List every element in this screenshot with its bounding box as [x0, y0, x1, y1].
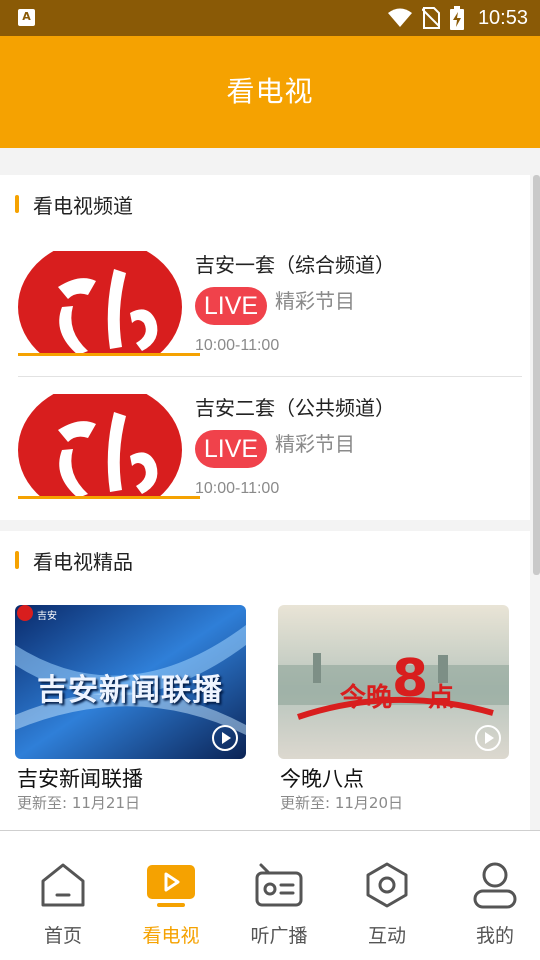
live-badge[interactable]: LIVE [195, 287, 267, 325]
card-title: 今晚八点 [280, 767, 364, 791]
channel-name: 吉安一套（综合频道） [195, 253, 395, 277]
clock: 10:53 [477, 6, 528, 29]
page-title: 看电视 [226, 75, 314, 108]
tab-label: 互动 [367, 925, 406, 947]
interact-icon [366, 862, 408, 908]
app-notification-icon: A [18, 9, 35, 26]
home-icon [41, 863, 85, 907]
play-icon[interactable] [475, 725, 501, 751]
poster-title-a: 今晚 [340, 683, 393, 713]
radio-icon [255, 863, 303, 907]
channel-logo-thumbnail [18, 251, 200, 355]
program-title: 精彩节目 [275, 432, 355, 456]
tab-tv[interactable]: 看电视 [117, 831, 225, 960]
tab-home[interactable]: 首页 [9, 831, 117, 960]
featured-section-title: 看电视精品 [33, 550, 133, 574]
poster-tonight: 今晚 8 点 [278, 605, 509, 759]
poster-title-b: 8 [392, 649, 429, 709]
tab-profile[interactable]: 我的 [441, 831, 540, 960]
program-time: 10:00-11:00 [195, 480, 280, 497]
poster-title-c: 点 [428, 683, 455, 713]
thumbnail-underline [18, 353, 200, 356]
profile-icon [473, 862, 517, 909]
bottom-tab-bar: 首页 看电视 听广播 互动 我的 [0, 830, 540, 960]
app-header: 看电视 [0, 36, 540, 148]
tab-label: 首页 [43, 925, 82, 947]
tab-interact[interactable]: 互动 [333, 831, 441, 960]
live-badge[interactable]: LIVE [195, 430, 267, 468]
tab-radio[interactable]: 听广播 [225, 831, 333, 960]
channels-section-header: 看电视频道 [0, 175, 530, 233]
card-updated: 更新至: 11月20日 [280, 794, 403, 812]
battery-charging-icon [449, 6, 464, 30]
tab-label: 听广播 [250, 925, 308, 947]
channel-item[interactable]: 吉安二套（公共频道） LIVE 精彩节目 10:00-11:00 [18, 376, 522, 519]
play-icon[interactable] [212, 725, 238, 751]
channel-name: 吉安二套（公共频道） [195, 396, 395, 420]
tab-label: 我的 [475, 925, 514, 947]
channel-item[interactable]: 吉安一套（综合频道） LIVE 精彩节目 10:00-11:00 [18, 233, 522, 376]
thumbnail-underline [18, 496, 200, 499]
program-title: 精彩节目 [275, 289, 355, 313]
program-time: 10:00-11:00 [195, 337, 280, 354]
system-icons: 10:53 [387, 0, 528, 36]
section-accent-bar [15, 195, 19, 213]
featured-card[interactable]: 吉安 吉安新闻联播 吉安新闻联播 更新至: 11月21日 [15, 605, 246, 820]
no-sim-icon [421, 7, 440, 29]
poster-news: 吉安 吉安新闻联播 [15, 605, 246, 759]
tv-icon [147, 865, 195, 907]
channel-logo-thumbnail [18, 394, 200, 498]
featured-card[interactable]: 今晚 8 点 今晚八点 更新至: 11月20日 [278, 605, 509, 820]
featured-section-header: 看电视精品 [0, 531, 530, 589]
scrollbar[interactable] [533, 175, 540, 575]
card-title: 吉安新闻联播 [17, 767, 143, 791]
poster-logo-text: 吉安 [37, 611, 57, 622]
section-accent-bar [15, 551, 19, 569]
tab-label: 看电视 [142, 925, 200, 947]
card-updated: 更新至: 11月21日 [17, 794, 140, 812]
channels-section-title: 看电视频道 [33, 194, 133, 218]
poster-title-text: 吉安新闻联播 [37, 673, 223, 708]
wifi-icon [387, 8, 412, 27]
status-bar: A 10:53 [0, 0, 540, 36]
